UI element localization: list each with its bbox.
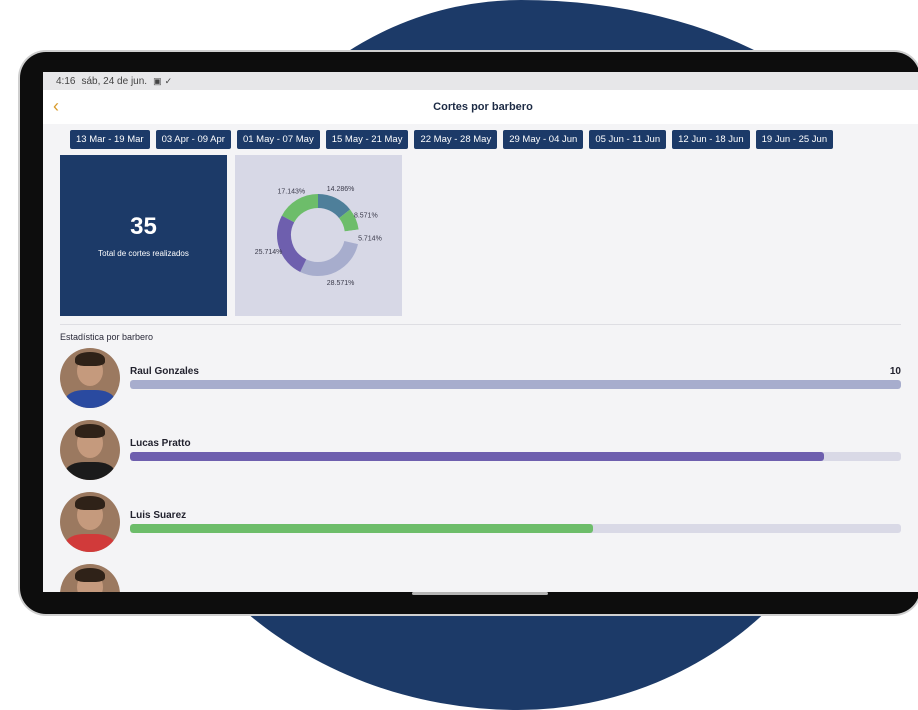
total-card: 35 Total de cortes realizados	[60, 155, 227, 316]
donut-slice-label: 25.714%	[255, 249, 283, 256]
donut-chart: 14.286% 8.571% 5.714% 28.571% 25.714% 17.143%	[255, 186, 382, 287]
donut-slice-label: 8.571%	[354, 213, 378, 220]
barber-row[interactable]: Luis Suarez	[43, 492, 918, 564]
avatar	[60, 564, 120, 592]
barber-row[interactable]: Raul Gonzales 10	[43, 348, 918, 420]
barber-name: Lucas Pratto	[130, 438, 191, 449]
status-time: 4:16	[56, 75, 76, 87]
avatar	[60, 420, 120, 480]
status-bar: 4:16 sáb, 24 de jun. ▣✓	[43, 72, 918, 90]
barber-row[interactable]: Lucas Pratto	[43, 420, 918, 492]
avatar-hair	[75, 568, 105, 582]
avatar-shirt	[66, 390, 114, 408]
donut-slice	[277, 215, 307, 272]
image-icon: ▣	[153, 75, 165, 86]
week-chip[interactable]: 13 Mar - 19 Mar	[70, 130, 150, 149]
donut-slice	[281, 194, 319, 223]
avatar-hair	[75, 496, 105, 510]
donut-slice	[317, 194, 351, 219]
check-icon: ✓	[164, 75, 176, 86]
donut-slice-label: 14.286%	[327, 186, 355, 193]
donut-slice-label: 17.143%	[278, 188, 306, 195]
chevron-left-icon[interactable]: ‹	[53, 96, 59, 117]
progress-fill	[130, 524, 593, 533]
progress-fill	[130, 452, 824, 461]
avatar-hair	[75, 352, 105, 366]
barber-name: Raul Gonzales	[130, 366, 199, 377]
donut-slice-label: 28.571%	[327, 280, 355, 287]
week-chip[interactable]: 05 Jun - 11 Jun	[589, 130, 667, 149]
progress-track	[130, 524, 901, 533]
total-label: Total de cortes realizados	[98, 249, 189, 258]
week-selector: 13 Mar - 19 Mar 03 Apr - 09 Apr 01 May -…	[43, 124, 918, 149]
status-date: sáb, 24 de jun.	[81, 75, 148, 87]
donut-slice	[338, 209, 359, 232]
week-chip[interactable]: 03 Apr - 09 Apr	[155, 130, 231, 149]
avatar-hair	[75, 424, 105, 438]
week-chip[interactable]: 15 May - 21 May	[325, 130, 409, 149]
avatar-shirt	[66, 534, 114, 552]
week-chip[interactable]: 22 May - 28 May	[414, 130, 498, 149]
week-chip[interactable]: 19 Jun - 25 Jun	[755, 130, 834, 149]
barber-count: 10	[889, 366, 901, 377]
avatar	[60, 348, 120, 408]
donut-slice	[344, 229, 359, 245]
section-label: Estadística por barbero	[60, 332, 154, 342]
donut-slice	[300, 240, 358, 276]
week-chip[interactable]: 29 May - 04 Jun	[503, 130, 584, 149]
barber-row-partial[interactable]	[43, 564, 918, 592]
donut-slice-label: 5.714%	[358, 235, 382, 242]
progress-track	[130, 380, 901, 389]
summary-cards: 35 Total de cortes realizados 14.286% 8.5…	[43, 149, 918, 316]
home-indicator	[412, 592, 548, 595]
total-value: 35	[130, 213, 157, 240]
week-chip[interactable]: 12 Jun - 18 Jun	[672, 130, 750, 149]
progress-fill	[130, 380, 901, 389]
app-bar: ‹ Cortes por barbero	[43, 90, 918, 124]
avatar-shirt	[66, 462, 114, 480]
page-title: Cortes por barbero	[433, 101, 533, 113]
app-screen: 4:16 sáb, 24 de jun. ▣✓ ‹ Cortes por bar…	[43, 72, 918, 592]
progress-track	[130, 452, 901, 461]
pie-card: 14.286% 8.571% 5.714% 28.571% 25.714% 17.143%	[235, 155, 402, 316]
avatar	[60, 492, 120, 552]
barber-name: Luis Suarez	[130, 510, 187, 521]
week-chip[interactable]: 01 May - 07 May	[236, 130, 320, 149]
